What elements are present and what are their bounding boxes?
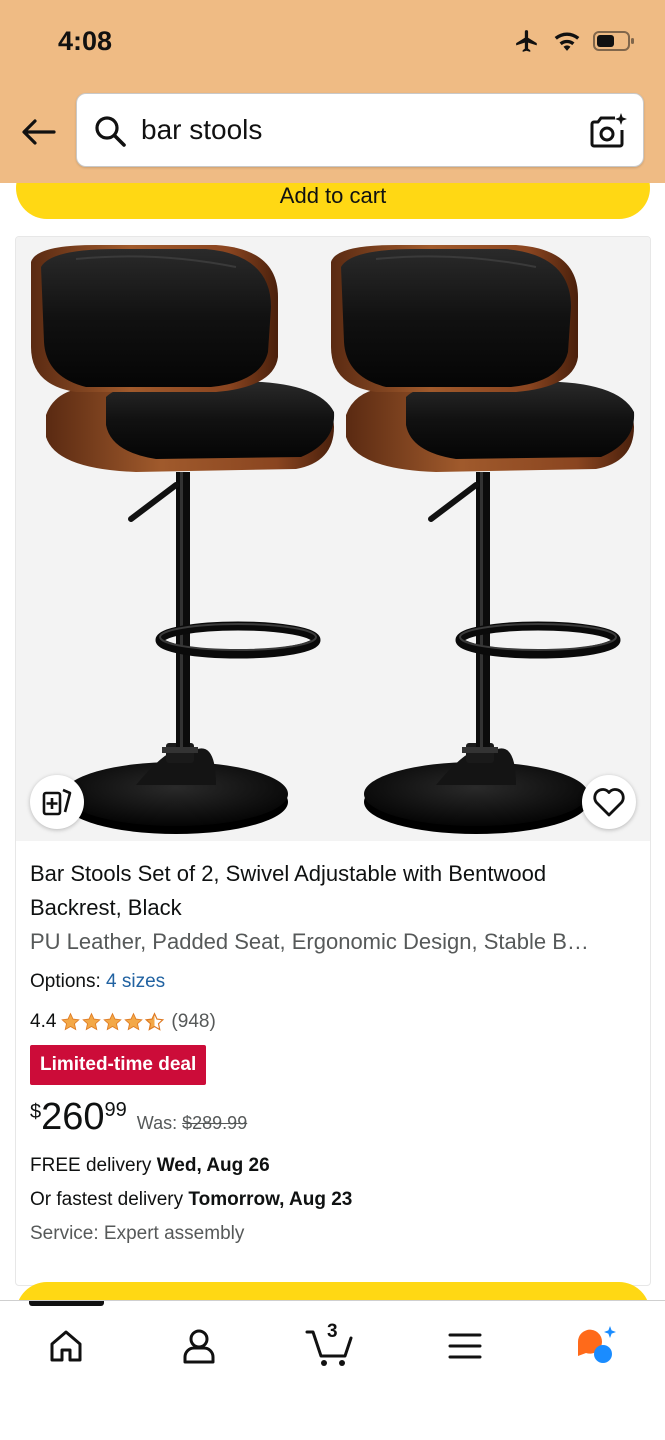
fastest-delivery-line: Or fastest delivery Tomorrow, Aug 23: [30, 1189, 352, 1211]
was-label: Was:: [136, 1113, 178, 1133]
back-arrow-icon: [22, 119, 56, 145]
add-to-cart-button[interactable]: Add to cart: [16, 183, 650, 219]
cart-count: 3: [327, 1321, 338, 1342]
camera-sparkle-icon: [590, 113, 627, 148]
bottom-nav: 3: [0, 1300, 665, 1440]
battery-icon: [593, 31, 634, 51]
price-fraction: 99: [104, 1099, 127, 1121]
fastest-date: Tomorrow, Aug 23: [188, 1189, 353, 1210]
options-row: Options: 4 sizes: [30, 971, 165, 993]
compare-button[interactable]: [30, 775, 84, 829]
price-whole: 260: [41, 1096, 105, 1138]
compare-icon: [42, 788, 72, 816]
was-price-row: Was: $289.99: [137, 1113, 247, 1134]
was-price: $289.99: [182, 1113, 248, 1133]
options-label: Options:: [30, 971, 101, 992]
search-input[interactable]: [141, 108, 571, 152]
status-icons: [513, 28, 635, 54]
rufus-assistant-icon: [577, 1326, 616, 1363]
airplane-icon: [516, 30, 537, 52]
bar-stools-image: [16, 237, 650, 841]
service-line: Service: Expert assembly: [30, 1223, 245, 1244]
price-row: $ 260 99 Was: $289.99: [30, 1095, 247, 1139]
product-subtitle: PU Leather, Padded Seat, Ergonomic Desig…: [30, 929, 589, 954]
options-sizes-link[interactable]: 4 sizes: [106, 971, 165, 992]
deal-badge: Limited-time deal: [30, 1045, 207, 1085]
rating-count: (948): [171, 1011, 216, 1032]
home-icon: [50, 1330, 82, 1362]
nav-account[interactable]: [169, 1321, 229, 1371]
star-icon: [103, 1012, 123, 1031]
half-star-icon: [145, 1012, 165, 1031]
delivery-date: Wed, Aug 26: [156, 1155, 270, 1176]
wifi-icon: [554, 32, 580, 51]
star-icon: [82, 1012, 102, 1031]
account-icon: [183, 1329, 215, 1364]
previous-result-footer: Add to cart: [0, 183, 665, 233]
heart-icon: [593, 788, 625, 817]
delivery-prefix: FREE delivery: [30, 1155, 157, 1176]
fastest-prefix: Or fastest delivery: [30, 1189, 189, 1210]
free-delivery-line: FREE delivery Wed, Aug 26: [30, 1155, 270, 1177]
camera-search-button[interactable]: [589, 111, 629, 151]
wishlist-button[interactable]: [582, 775, 636, 829]
product-image[interactable]: [16, 237, 650, 841]
search-icon: [95, 116, 126, 147]
rating-row[interactable]: 4.4 (948): [30, 1011, 216, 1033]
rating-value: 4.4: [30, 1011, 57, 1032]
product-title[interactable]: Bar Stools Set of 2, Swivel Adjustable w…: [30, 857, 630, 925]
status-time: 4:08: [58, 26, 113, 56]
nav-active-indicator: [29, 1301, 104, 1306]
star-icon: [61, 1012, 81, 1031]
nav-home[interactable]: [36, 1321, 96, 1371]
menu-icon: [448, 1333, 482, 1359]
app-header: 4:08: [0, 0, 665, 183]
price-symbol: $: [30, 1101, 42, 1123]
star-icon: [124, 1012, 144, 1031]
add-to-cart-label: Add to cart: [279, 183, 387, 208]
product-card[interactable]: Bar Stools Set of 2, Swivel Adjustable w…: [15, 236, 651, 1286]
nav-menu[interactable]: [435, 1321, 495, 1371]
star-rating: [60, 1012, 165, 1032]
nav-rufus[interactable]: [566, 1321, 626, 1371]
search-bar[interactable]: [76, 93, 644, 167]
nav-cart[interactable]: 3: [300, 1321, 360, 1371]
back-button[interactable]: [18, 112, 58, 152]
